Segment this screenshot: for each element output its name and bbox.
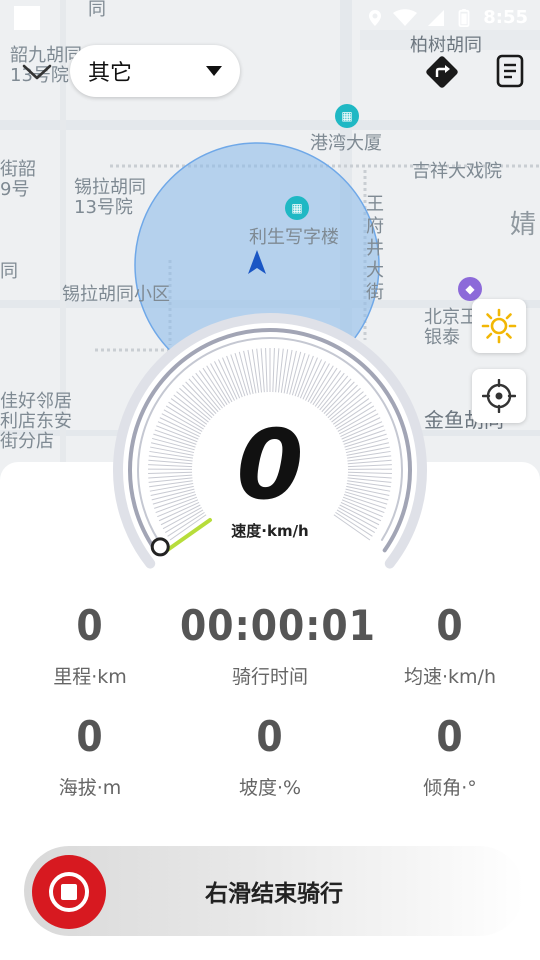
stat-avg-speed: 0 均速·km/h (360, 602, 540, 689)
stat-avg-speed-label: 均速·km/h (404, 666, 496, 688)
stat-distance: 0 里程·km (0, 602, 180, 689)
stat-altitude-value: 0 (76, 712, 104, 761)
stat-distance-label: 里程·km (53, 666, 127, 688)
stat-altitude-label: 海拔·m (58, 777, 122, 799)
stat-ride-time-value: 00:00:01 (180, 601, 376, 650)
end-ride-slider-handle[interactable] (32, 855, 106, 929)
speed-value: 0 (236, 409, 304, 521)
stat-slope-label: 坡度·% (238, 777, 302, 799)
gauge-start-knob (150, 537, 170, 557)
stop-icon (49, 872, 89, 912)
stat-ride-time: 00:00:01 骑行时间 (180, 601, 376, 689)
stat-tilt: 0 倾角·° (360, 713, 540, 800)
stat-distance-value: 0 (76, 601, 104, 650)
end-ride-slider[interactable]: 右滑结束骑行 (24, 846, 524, 936)
stat-avg-speed-value: 0 (436, 601, 464, 650)
stat-altitude: 0 海拔·m (0, 713, 180, 800)
speed-label: 速度·km/h (231, 522, 309, 540)
stat-tilt-value: 0 (436, 712, 464, 761)
stat-tilt-label: 倾角·° (423, 777, 477, 799)
stat-ride-time-label: 骑行时间 (231, 666, 308, 688)
stat-slope: 0 坡度·% (180, 713, 360, 800)
stat-slope-value: 0 (256, 712, 284, 761)
